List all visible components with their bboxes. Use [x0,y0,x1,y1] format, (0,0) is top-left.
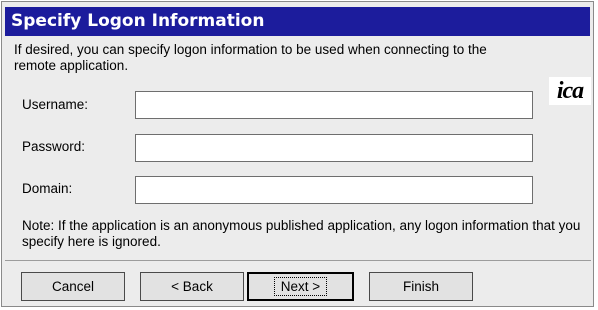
domain-label: Domain: [22,181,73,196]
username-label: Username: [22,97,89,112]
cancel-button[interactable]: Cancel [21,272,125,301]
password-input[interactable] [135,134,533,162]
ica-logo: ica [549,77,591,105]
anonymous-note: Note: If the application is an anonymous… [22,218,581,249]
dialog-description: If desired, you can specify logon inform… [14,42,487,73]
finish-button[interactable]: Finish [369,272,473,301]
password-label: Password: [22,139,86,154]
back-button[interactable]: < Back [140,272,244,301]
logon-dialog: Specify Logon Information If desired, yo… [1,1,594,307]
button-separator [5,260,591,261]
domain-input[interactable] [135,176,533,204]
next-button-label: Next > [273,277,328,296]
next-button[interactable]: Next > [247,272,354,301]
dialog-title: Specify Logon Information [5,7,590,36]
username-input[interactable] [135,91,533,119]
